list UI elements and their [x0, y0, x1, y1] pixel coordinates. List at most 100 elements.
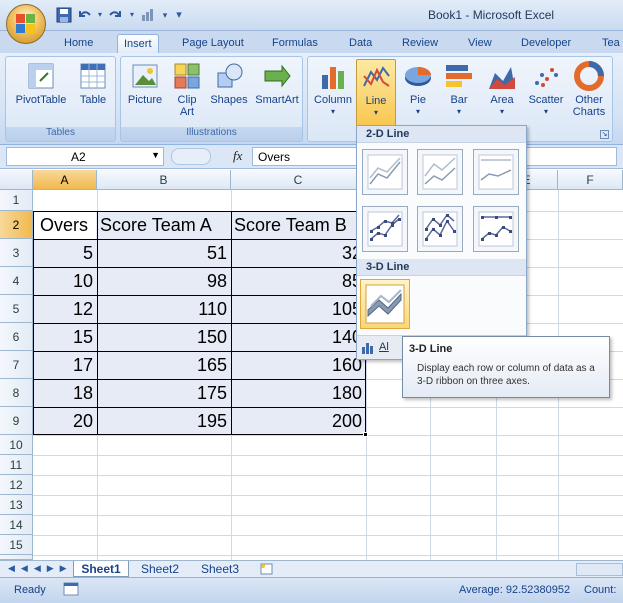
- header-cell-overs[interactable]: Overs: [34, 212, 97, 239]
- formula-controls: fx: [171, 147, 251, 166]
- header-cell-score-team-a[interactable]: Score Team A: [98, 212, 231, 239]
- pivottable-button[interactable]: PivotTable: [11, 59, 71, 106]
- picture-button[interactable]: Picture: [125, 59, 165, 106]
- bar-chart-button[interactable]: Bar ▾: [441, 59, 477, 127]
- sheet-tab-sheet2[interactable]: Sheet2: [132, 561, 188, 577]
- macro-record-icon[interactable]: [63, 582, 79, 596]
- tab-team[interactable]: Tea: [596, 34, 623, 53]
- table-cell[interactable]: 180: [232, 380, 366, 407]
- row-header-12[interactable]: 12: [0, 475, 33, 495]
- tab-page-layout[interactable]: Page Layout: [176, 34, 250, 53]
- insert-function-icon[interactable]: fx: [233, 148, 242, 164]
- table-cell[interactable]: 175: [98, 380, 231, 407]
- table-cell[interactable]: 105: [232, 296, 366, 323]
- table-cell[interactable]: 10: [34, 268, 97, 295]
- line-chart-button[interactable]: Line ▾: [356, 59, 396, 127]
- table-cell[interactable]: 195: [98, 408, 231, 435]
- table-cell[interactable]: 20: [34, 408, 97, 435]
- tab-formulas[interactable]: Formulas: [266, 34, 324, 53]
- row-header-10[interactable]: 10: [0, 435, 33, 455]
- name-box[interactable]: A2 ▼: [6, 147, 164, 166]
- table-cell[interactable]: 5: [34, 240, 97, 267]
- fill-handle[interactable]: [363, 432, 368, 437]
- undo-dropdown-icon[interactable]: ▾: [96, 7, 104, 23]
- column-header-c[interactable]: C: [231, 170, 366, 190]
- pie-chart-icon: [403, 61, 433, 91]
- table-cell[interactable]: 150: [98, 324, 231, 351]
- percent-stacked-line-markers-option[interactable]: [473, 206, 519, 252]
- all-chart-types-label[interactable]: Al: [379, 341, 389, 353]
- row-header-6[interactable]: 6: [0, 323, 33, 351]
- table-cell[interactable]: 32: [232, 240, 366, 267]
- scatter-chart-button[interactable]: Scatter ▾: [524, 59, 568, 127]
- row-header-13[interactable]: 13: [0, 495, 33, 515]
- line-chart-option[interactable]: [362, 149, 408, 195]
- smartart-button[interactable]: SmartArt: [253, 59, 301, 106]
- column-chart-button[interactable]: Column ▾: [311, 59, 355, 127]
- other-charts-button[interactable]: Other Charts: [568, 59, 610, 129]
- table-cell[interactable]: 12: [34, 296, 97, 323]
- row-header-3[interactable]: 3: [0, 239, 33, 267]
- quick-access-dropdown-icon[interactable]: ▾: [160, 7, 170, 23]
- horizontal-scrollbar[interactable]: [576, 563, 623, 576]
- tab-home[interactable]: Home: [58, 34, 99, 53]
- table-button[interactable]: Table: [73, 59, 113, 106]
- percent-stacked-line-option[interactable]: [473, 149, 519, 195]
- table-cell[interactable]: 85: [232, 268, 366, 295]
- table-cell[interactable]: 51: [98, 240, 231, 267]
- tab-insert[interactable]: Insert: [117, 34, 159, 53]
- save-icon[interactable]: [56, 7, 72, 23]
- row-header-4[interactable]: 4: [0, 267, 33, 295]
- 3d-line-option[interactable]: [360, 279, 410, 329]
- table-cell[interactable]: 110: [98, 296, 231, 323]
- line-dropdown-icon: ▾: [373, 108, 378, 117]
- select-all-corner[interactable]: [0, 170, 33, 190]
- table-cell[interactable]: 165: [98, 352, 231, 379]
- insert-worksheet-icon[interactable]: [257, 562, 277, 576]
- clipart-button[interactable]: Clip Art: [169, 59, 205, 118]
- stacked-line-option[interactable]: [417, 149, 463, 195]
- header-cell-score-team-b[interactable]: Score Team B: [232, 212, 365, 239]
- table-cell[interactable]: 18: [34, 380, 97, 407]
- row-header-5[interactable]: 5: [0, 295, 33, 323]
- dialog-launcher-icon[interactable]: ↘: [600, 130, 609, 139]
- pie-chart-button[interactable]: Pie ▾: [400, 59, 436, 127]
- chart-wizard-icon[interactable]: [140, 7, 156, 23]
- row-header-7[interactable]: 7: [0, 351, 33, 379]
- column-header-a[interactable]: A: [33, 170, 97, 190]
- row-header-14[interactable]: 14: [0, 515, 33, 535]
- undo-icon[interactable]: [76, 7, 92, 23]
- column-header-b[interactable]: B: [97, 170, 231, 190]
- shapes-button[interactable]: Shapes: [207, 59, 251, 106]
- table-cell[interactable]: 15: [34, 324, 97, 351]
- row-header-2[interactable]: 2: [0, 211, 33, 239]
- tab-review[interactable]: Review: [396, 34, 444, 53]
- clipart-icon: [172, 61, 202, 91]
- table-cell[interactable]: 160: [232, 352, 366, 379]
- row-header-8[interactable]: 8: [0, 379, 33, 407]
- sheet-tab-sheet3[interactable]: Sheet3: [192, 561, 248, 577]
- row-header-11[interactable]: 11: [0, 455, 33, 475]
- formula-expand-icon[interactable]: [171, 148, 211, 165]
- sheet-tab-sheet1[interactable]: Sheet1: [73, 561, 129, 577]
- row-header-9[interactable]: 9: [0, 407, 33, 435]
- row-header-1[interactable]: 1: [0, 190, 33, 211]
- tab-developer[interactable]: Developer: [515, 34, 577, 53]
- name-box-dropdown-icon[interactable]: ▼: [151, 150, 160, 160]
- tab-data[interactable]: Data: [343, 34, 378, 53]
- redo-icon[interactable]: [108, 7, 124, 23]
- redo-dropdown-icon[interactable]: ▾: [128, 7, 136, 23]
- row-header-15[interactable]: 15: [0, 535, 33, 555]
- sheet-nav-arrows-icon[interactable]: ◀◀◀▶▶: [8, 563, 73, 574]
- table-cell[interactable]: 98: [98, 268, 231, 295]
- table-cell[interactable]: 140: [232, 324, 366, 351]
- line-with-markers-option[interactable]: [362, 206, 408, 252]
- tab-view[interactable]: View: [462, 34, 498, 53]
- customize-qat-icon[interactable]: ▾: [174, 7, 184, 23]
- stacked-line-markers-option[interactable]: [417, 206, 463, 252]
- area-chart-button[interactable]: Area ▾: [482, 59, 522, 127]
- table-cell[interactable]: 17: [34, 352, 97, 379]
- office-button[interactable]: [6, 4, 46, 44]
- table-cell[interactable]: 200: [232, 408, 366, 435]
- column-header-f[interactable]: F: [558, 170, 623, 190]
